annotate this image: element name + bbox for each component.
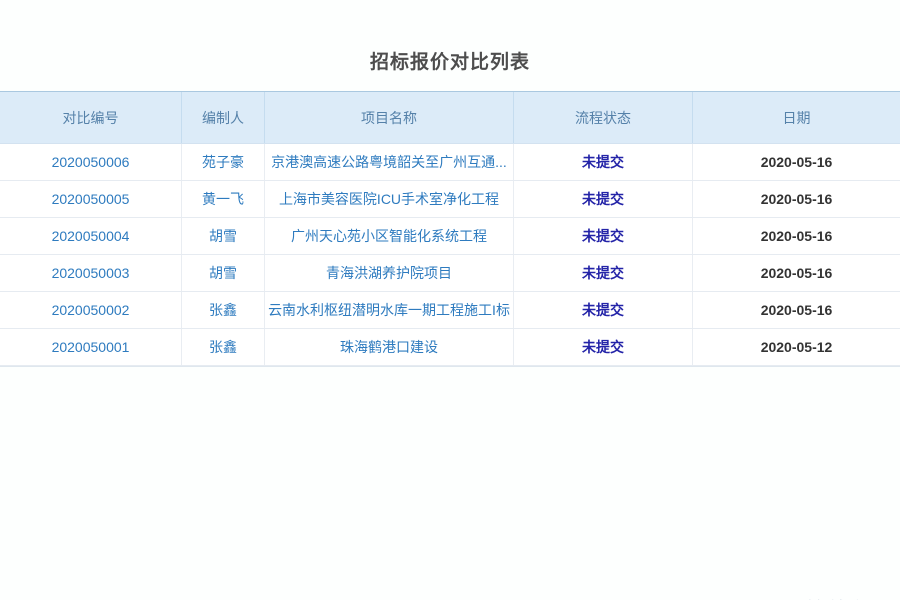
header-project-name: 项目名称 xyxy=(265,92,514,143)
author-link[interactable]: 胡雪 xyxy=(182,218,265,254)
header-date: 日期 xyxy=(693,92,900,143)
header-author: 编制人 xyxy=(182,92,265,143)
author-link[interactable]: 张鑫 xyxy=(182,329,265,365)
header-comparison-id: 对比编号 xyxy=(0,92,182,143)
status-label: 未提交 xyxy=(514,181,693,217)
project-name-link[interactable]: 云南水利枢纽潜明水库一期工程施工I标 xyxy=(265,292,514,328)
page-title: 招标报价对比列表 xyxy=(0,47,900,74)
date-value: 2020-05-16 xyxy=(693,144,900,180)
date-value: 2020-05-16 xyxy=(693,292,900,328)
comparison-table: 对比编号 编制人 项目名称 流程状态 日期 2020050006 苑子豪 京港澳… xyxy=(0,91,900,367)
author-link[interactable]: 张鑫 xyxy=(182,292,265,328)
table-row: 2020050002 张鑫 云南水利枢纽潜明水库一期工程施工I标 未提交 202… xyxy=(0,292,900,329)
date-value: 2020-05-16 xyxy=(693,255,900,291)
comparison-id-link[interactable]: 2020050005 xyxy=(0,181,182,217)
status-label: 未提交 xyxy=(514,329,693,365)
status-label: 未提交 xyxy=(514,144,693,180)
status-label: 未提交 xyxy=(514,218,693,254)
project-name-link[interactable]: 珠海鹤港口建设 xyxy=(265,329,514,365)
comparison-id-link[interactable]: 2020050003 xyxy=(0,255,182,291)
table-row: 2020050003 胡雪 青海洪湖养护院项目 未提交 2020-05-16 xyxy=(0,255,900,292)
comparison-id-link[interactable]: 2020050006 xyxy=(0,144,182,180)
table-row: 2020050001 张鑫 珠海鹤港口建设 未提交 2020-05-12 xyxy=(0,329,900,366)
status-label: 未提交 xyxy=(514,292,693,328)
table-row: 2020050006 苑子豪 京港澳高速公路粤境韶关至广州互通... 未提交 2… xyxy=(0,144,900,181)
project-name-link[interactable]: 京港澳高速公路粤境韶关至广州互通... xyxy=(265,144,514,180)
project-name-link[interactable]: 青海洪湖养护院项目 xyxy=(265,255,514,291)
project-name-link[interactable]: 广州天心苑小区智能化系统工程 xyxy=(265,218,514,254)
table-row: 2020050004 胡雪 广州天心苑小区智能化系统工程 未提交 2020-05… xyxy=(0,218,900,255)
header-flow-status: 流程状态 xyxy=(514,92,693,143)
project-name-link[interactable]: 上海市美容医院ICU手术室净化工程 xyxy=(265,181,514,217)
status-label: 未提交 xyxy=(514,255,693,291)
table-row: 2020050005 黄一飞 上海市美容医院ICU手术室净化工程 未提交 202… xyxy=(0,181,900,218)
date-value: 2020-05-12 xyxy=(693,329,900,365)
author-link[interactable]: 黄一飞 xyxy=(182,181,265,217)
table-header-row: 对比编号 编制人 项目名称 流程状态 日期 xyxy=(0,92,900,144)
comparison-id-link[interactable]: 2020050002 xyxy=(0,292,182,328)
date-value: 2020-05-16 xyxy=(693,181,900,217)
comparison-id-link[interactable]: 2020050004 xyxy=(0,218,182,254)
author-link[interactable]: 胡雪 xyxy=(182,255,265,291)
comparison-id-link[interactable]: 2020050001 xyxy=(0,329,182,365)
date-value: 2020-05-16 xyxy=(693,218,900,254)
author-link[interactable]: 苑子豪 xyxy=(182,144,265,180)
